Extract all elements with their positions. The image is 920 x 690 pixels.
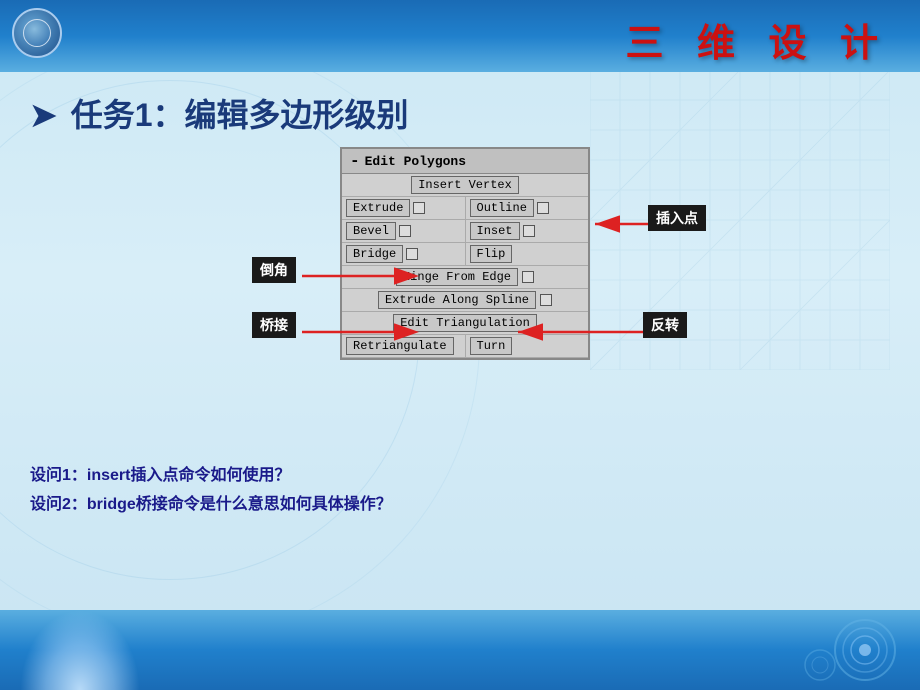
turn-half: Turn bbox=[466, 335, 589, 357]
extrude-outline-row: Extrude Outline bbox=[342, 197, 588, 220]
retri-btn[interactable]: Retriangulate bbox=[346, 337, 454, 355]
outline-btn[interactable]: Outline bbox=[470, 199, 534, 217]
bridge-checkbox[interactable] bbox=[406, 248, 418, 260]
panel-title-text: Edit Polygons bbox=[365, 154, 466, 169]
extrude-btn[interactable]: Extrude bbox=[346, 199, 410, 217]
extrude-spline-row: Extrude Along Spline bbox=[342, 289, 588, 312]
questions-section: 设问1：insert插入点命令如何使用？ 设问2：bridge桥接命令是什么意思… bbox=[30, 462, 392, 520]
bridge-half: Bridge bbox=[342, 243, 466, 265]
panel-title-row: - Edit Polygons bbox=[342, 149, 588, 174]
insert-vertex-row: Insert Vertex bbox=[342, 174, 588, 197]
inset-btn[interactable]: Inset bbox=[470, 222, 520, 240]
edit-tri-row: Edit Triangulation bbox=[342, 312, 588, 335]
inset-checkbox[interactable] bbox=[523, 225, 535, 237]
bevel-btn[interactable]: Bevel bbox=[346, 222, 396, 240]
bottom-glow bbox=[20, 610, 140, 690]
extrude-half: Extrude bbox=[342, 197, 466, 219]
insert-point-label: 插入点 bbox=[648, 205, 706, 231]
bevel-checkbox[interactable] bbox=[399, 225, 411, 237]
insert-vertex-btn[interactable]: Insert Vertex bbox=[411, 176, 519, 194]
extrude-spline-btn[interactable]: Extrude Along Spline bbox=[378, 291, 536, 309]
hinge-checkbox[interactable] bbox=[522, 271, 534, 283]
bevel-label: 倒角 bbox=[252, 257, 296, 283]
edit-tri-btn[interactable]: Edit Triangulation bbox=[393, 314, 537, 332]
retri-half: Retriangulate bbox=[342, 335, 466, 357]
extrude-spline-checkbox[interactable] bbox=[540, 294, 552, 306]
bridge-btn[interactable]: Bridge bbox=[346, 245, 403, 263]
task-title: ➤ 任务1：编辑多边形级别 bbox=[30, 90, 409, 136]
turn-btn[interactable]: Turn bbox=[470, 337, 513, 355]
question-2: 设问2：bridge桥接命令是什么意思如何具体操作？ bbox=[30, 491, 392, 520]
inset-half: Inset bbox=[466, 220, 589, 242]
bridge-label: 桥接 bbox=[252, 312, 296, 338]
top-bar: 三 维 设 计 bbox=[0, 0, 920, 72]
bevel-inset-row: Bevel Inset bbox=[342, 220, 588, 243]
bevel-half: Bevel bbox=[342, 220, 466, 242]
bridge-flip-row: Bridge Flip bbox=[342, 243, 588, 266]
outline-half: Outline bbox=[466, 197, 589, 219]
outline-checkbox[interactable] bbox=[537, 202, 549, 214]
task-arrow: ➤ bbox=[30, 97, 57, 133]
edit-polygons-panel: - Edit Polygons Insert Vertex Extrude Ou… bbox=[340, 147, 590, 360]
extrude-checkbox[interactable] bbox=[413, 202, 425, 214]
app-title: 三 维 设 计 bbox=[625, 12, 890, 67]
flip-btn[interactable]: Flip bbox=[470, 245, 513, 263]
main-content: ➤ 任务1：编辑多边形级别 - Edit Polygons Insert Ver… bbox=[0, 72, 920, 610]
flip-half: Flip bbox=[466, 243, 589, 265]
retri-turn-row: Retriangulate Turn bbox=[342, 335, 588, 358]
hinge-btn[interactable]: Hinge From Edge bbox=[396, 268, 518, 286]
logo-inner bbox=[23, 19, 51, 47]
task-title-text: 任务1：编辑多边形级别 bbox=[71, 97, 409, 133]
deco-circles bbox=[780, 615, 900, 685]
hinge-row: Hinge From Edge bbox=[342, 266, 588, 289]
flip-label: 反转 bbox=[643, 312, 687, 338]
logo bbox=[12, 8, 67, 63]
logo-circle bbox=[12, 8, 62, 58]
panel-minus[interactable]: - bbox=[350, 152, 360, 170]
question-1: 设问1：insert插入点命令如何使用？ bbox=[30, 462, 392, 491]
bottom-bar bbox=[0, 610, 920, 690]
